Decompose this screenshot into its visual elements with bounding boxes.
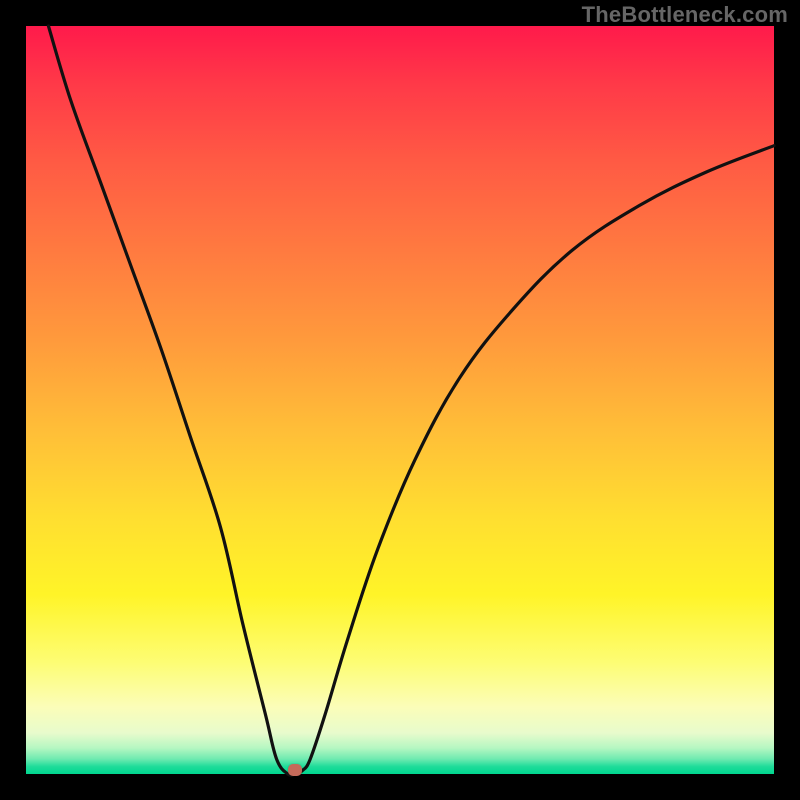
chart-frame: TheBottleneck.com [0,0,800,800]
bottleneck-curve [26,26,774,774]
plot-area [26,26,774,774]
watermark-text: TheBottleneck.com [582,2,788,28]
optimum-marker [288,764,302,776]
